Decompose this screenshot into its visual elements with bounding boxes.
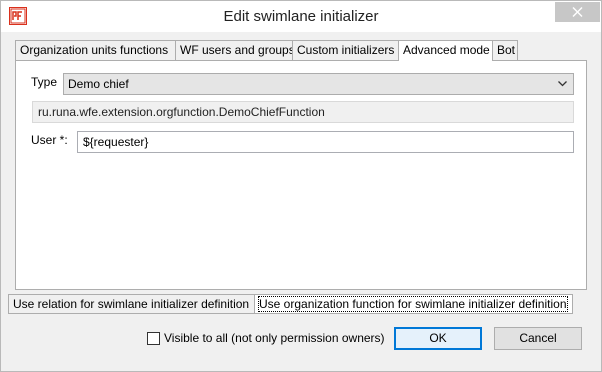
tab-label: Use relation for swimlane initializer de… — [13, 297, 250, 311]
type-select-value: Demo chief — [68, 77, 129, 91]
visible-to-all-checkbox[interactable] — [147, 332, 160, 345]
title-bar: Edit swimlane initializer — [1, 1, 601, 32]
tab-label: Bot — [497, 43, 516, 57]
user-label: User *: — [31, 133, 68, 147]
type-label: Type — [31, 75, 58, 89]
tab-label: WF users and groups — [180, 43, 295, 57]
tab-bot[interactable]: Bot — [492, 40, 518, 60]
function-class-field: ru.runa.wfe.extension.orgfunction.DemoCh… — [32, 101, 574, 123]
tab-use-organization-function[interactable]: Use organization function for swimlane i… — [254, 294, 573, 314]
user-input[interactable]: ${requester} — [77, 131, 574, 153]
tab-use-relation[interactable]: Use relation for swimlane initializer de… — [8, 294, 255, 314]
tab-label: Advanced mode — [403, 43, 490, 57]
cancel-button[interactable]: Cancel — [494, 327, 582, 350]
dialog-window: Edit swimlane initializer Organization u… — [0, 0, 602, 372]
tab-organization-units-functions[interactable]: Organization units functions — [15, 40, 176, 60]
chevron-down-icon — [558, 81, 567, 87]
tab-label: Use organization function for swimlane i… — [258, 296, 568, 312]
tab-advanced-mode[interactable]: Advanced mode — [398, 40, 493, 61]
visible-to-all-label[interactable]: Visible to all (not only permission owne… — [164, 331, 385, 345]
tab-wf-users-and-groups[interactable]: WF users and groups — [175, 40, 295, 60]
ok-button[interactable]: OK — [394, 327, 482, 350]
type-select[interactable]: Demo chief — [63, 73, 574, 95]
close-icon — [572, 7, 583, 17]
tab-label: Organization units functions — [20, 43, 169, 57]
advanced-mode-panel: Type Demo chief ru.runa.wfe.extension.or… — [15, 60, 587, 290]
tab-label: Custom initializers — [297, 43, 395, 57]
window-title: Edit swimlane initializer — [223, 8, 379, 25]
close-button[interactable] — [555, 2, 600, 22]
function-class-value: ru.runa.wfe.extension.orgfunction.DemoCh… — [38, 105, 325, 119]
user-input-value: ${requester} — [83, 135, 149, 149]
tab-custom-initializers[interactable]: Custom initializers — [292, 40, 399, 60]
